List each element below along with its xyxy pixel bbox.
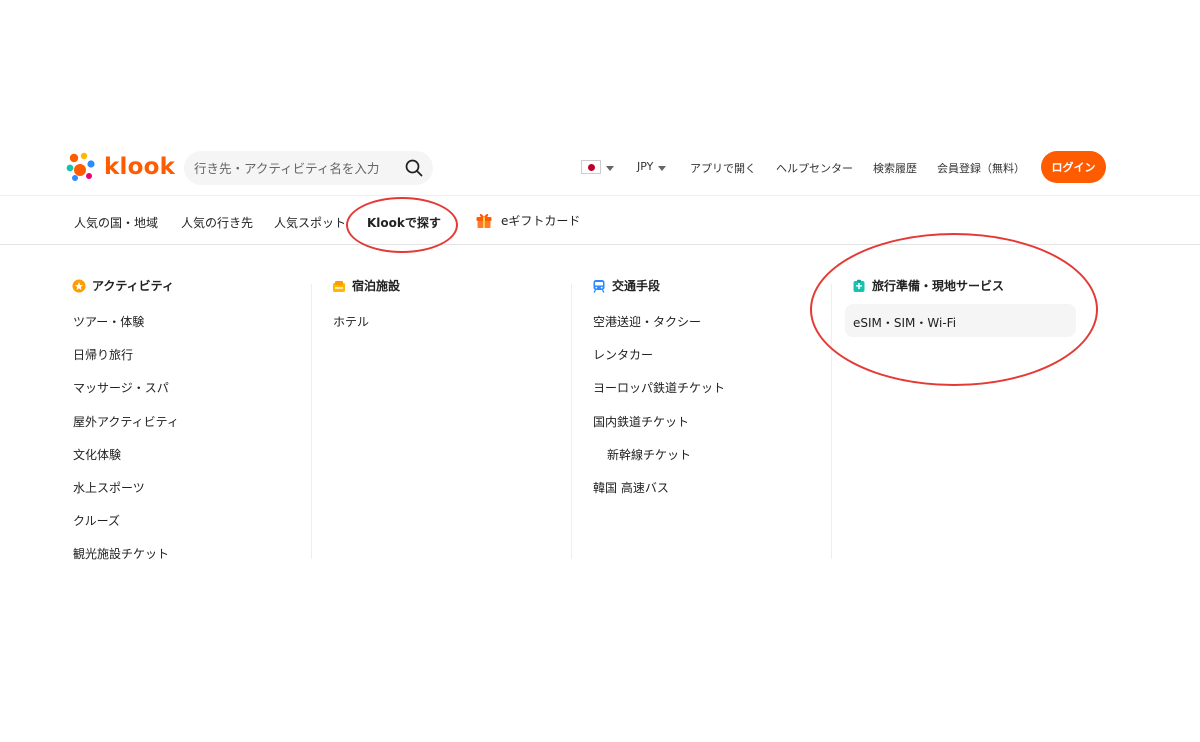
column-separator bbox=[311, 284, 312, 559]
menu-item-cultural-experiences[interactable]: 文化体験 bbox=[73, 446, 121, 463]
help-center-link[interactable]: ヘルプセンター bbox=[776, 160, 853, 176]
menu-item-hotels[interactable]: ホテル bbox=[333, 313, 369, 330]
travel-prep-icon bbox=[853, 279, 865, 292]
search-icon[interactable] bbox=[405, 159, 423, 177]
menu-item-domestic-rail[interactable]: 国内鉄道チケット bbox=[593, 413, 689, 430]
train-icon bbox=[593, 279, 605, 293]
header-divider bbox=[0, 195, 1200, 196]
column-title-activities: アクティビティ bbox=[72, 277, 174, 294]
open-app-link[interactable]: アプリで開く bbox=[690, 160, 756, 176]
nav-explore-klook[interactable]: Klookで探す bbox=[367, 214, 441, 231]
klook-logo[interactable]: klook bbox=[64, 150, 175, 184]
nav-divider bbox=[0, 244, 1200, 245]
column-title-travel-prep: 旅行準備・現地サービス bbox=[852, 277, 1004, 294]
menu-item-korea-express-bus[interactable]: 韓国 高速バス bbox=[593, 479, 669, 496]
japan-flag-icon[interactable] bbox=[581, 160, 601, 174]
currency-chevron-down-icon[interactable] bbox=[658, 166, 666, 171]
menu-item-cruises[interactable]: クルーズ bbox=[73, 512, 120, 529]
klook-logo-icon bbox=[64, 150, 98, 184]
menu-item-massage-spa[interactable]: マッサージ・スパ bbox=[73, 379, 169, 396]
signup-link[interactable]: 会員登録（無料） bbox=[937, 160, 1025, 176]
activity-icon bbox=[72, 279, 86, 292]
menu-item-attraction-tickets[interactable]: 観光施設チケット bbox=[73, 545, 169, 562]
menu-item-water-sports[interactable]: 水上スポーツ bbox=[73, 479, 145, 496]
menu-item-esim-sim-wifi[interactable]: eSIM・SIM・Wi-Fi bbox=[853, 314, 956, 331]
column-separator bbox=[571, 284, 572, 559]
nav-popular-countries[interactable]: 人気の国・地域 bbox=[74, 214, 158, 231]
search-history-link[interactable]: 検索履歴 bbox=[873, 160, 917, 176]
menu-item-airport-transfer[interactable]: 空港送迎・タクシー bbox=[593, 313, 701, 330]
nav-popular-spots[interactable]: 人気スポット bbox=[274, 214, 346, 231]
klook-logo-text: klook bbox=[104, 154, 176, 180]
menu-item-day-trips[interactable]: 日帰り旅行 bbox=[73, 346, 133, 363]
column-separator bbox=[831, 284, 832, 559]
menu-item-car-rental[interactable]: レンタカー bbox=[593, 346, 653, 363]
nav-popular-destinations[interactable]: 人気の行き先 bbox=[181, 214, 253, 231]
column-title-transport: 交通手段 bbox=[592, 277, 660, 294]
search-bar[interactable] bbox=[184, 151, 433, 185]
menu-item-outdoor-activities[interactable]: 屋外アクティビティ bbox=[73, 413, 179, 430]
menu-item-tours[interactable]: ツアー・体験 bbox=[73, 313, 144, 330]
column-title-accommodation: 宿泊施設 bbox=[332, 277, 400, 294]
gift-icon bbox=[476, 213, 492, 228]
login-button[interactable]: ログイン bbox=[1041, 151, 1106, 183]
hotel-icon bbox=[333, 280, 345, 292]
language-chevron-down-icon[interactable] bbox=[606, 166, 614, 171]
currency-selector[interactable]: JPY bbox=[637, 160, 653, 173]
nav-egift-card[interactable]: eギフトカード bbox=[501, 212, 580, 229]
menu-item-shinkansen[interactable]: 新幹線チケット bbox=[607, 446, 691, 463]
search-input[interactable] bbox=[194, 151, 394, 185]
menu-item-europe-rail[interactable]: ヨーロッパ鉄道チケット bbox=[593, 379, 725, 396]
